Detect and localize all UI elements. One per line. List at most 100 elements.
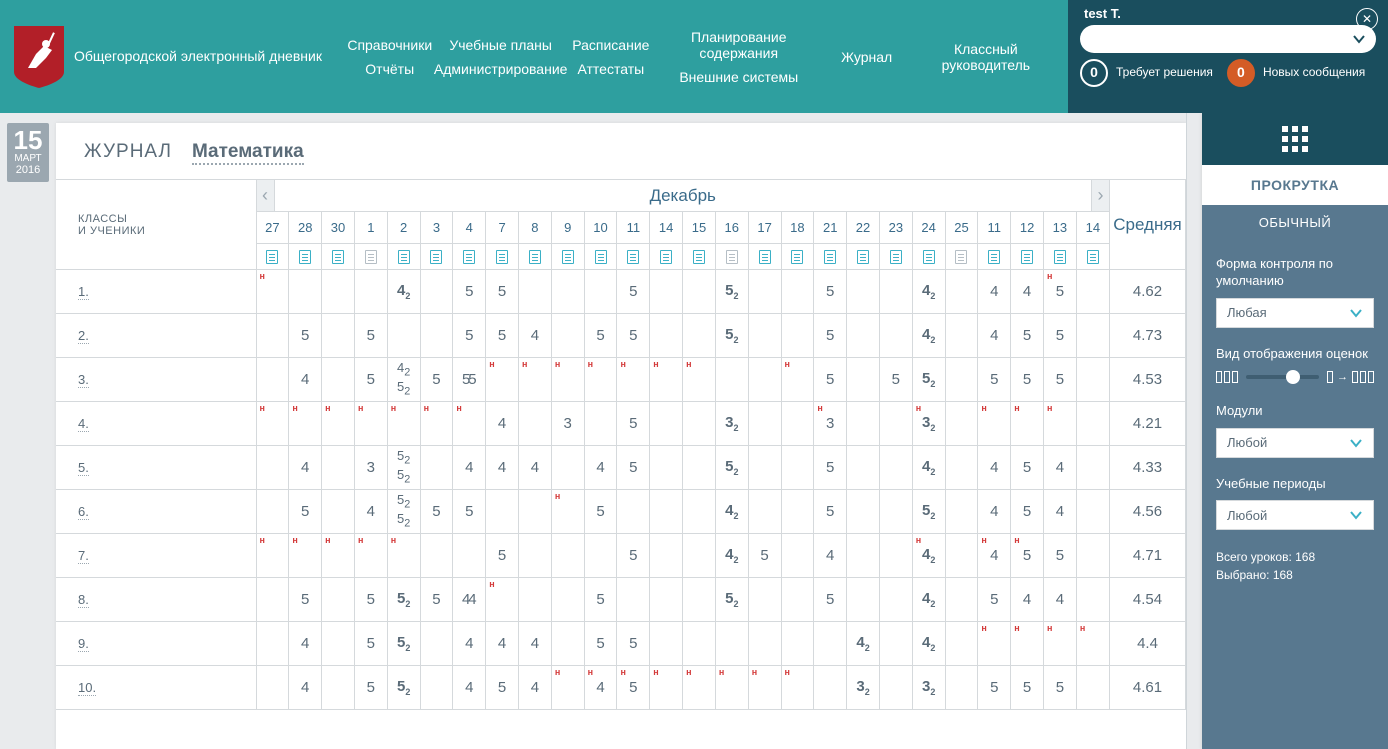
- grade-cell[interactable]: [683, 534, 716, 578]
- grade-cell[interactable]: [781, 578, 814, 622]
- day-header[interactable]: 11: [978, 212, 1011, 244]
- grade-cell[interactable]: н: [1044, 402, 1077, 446]
- day-header[interactable]: 3: [420, 212, 453, 244]
- lesson-icon-header[interactable]: [354, 244, 387, 270]
- grade-cell[interactable]: [617, 490, 650, 534]
- grade-cell[interactable]: 4252: [387, 358, 420, 402]
- scroll-left-button[interactable]: ‹: [257, 180, 275, 211]
- grade-cell[interactable]: [1076, 490, 1109, 534]
- day-header[interactable]: 8: [519, 212, 552, 244]
- grade-cell[interactable]: 42: [847, 622, 880, 666]
- grade-cell[interactable]: 5: [453, 490, 486, 534]
- grade-cell[interactable]: 42: [912, 446, 945, 490]
- grade-cell[interactable]: 52: [715, 578, 748, 622]
- grade-cell[interactable]: н: [650, 358, 683, 402]
- day-header[interactable]: 25: [945, 212, 978, 244]
- grade-cell[interactable]: н: [584, 358, 617, 402]
- nav-col-1[interactable]: СправочникиОтчёты: [344, 0, 436, 113]
- grade-cell[interactable]: [256, 446, 289, 490]
- grade-cell[interactable]: 3: [551, 402, 584, 446]
- grade-cell[interactable]: [519, 534, 552, 578]
- grade-cell[interactable]: 5: [748, 534, 781, 578]
- student-cell[interactable]: 2.: [56, 314, 256, 358]
- grade-cell[interactable]: 5: [289, 314, 322, 358]
- grade-cell[interactable]: [1076, 534, 1109, 578]
- grade-cell[interactable]: 52: [387, 622, 420, 666]
- grade-cell[interactable]: [879, 270, 912, 314]
- grade-cell[interactable]: [420, 534, 453, 578]
- lesson-icon-header[interactable]: [847, 244, 880, 270]
- grade-cell[interactable]: 5: [617, 534, 650, 578]
- grade-cell[interactable]: 5: [486, 666, 519, 710]
- grade-cell[interactable]: н: [519, 358, 552, 402]
- grade-cell[interactable]: н: [289, 402, 322, 446]
- lesson-icon-header[interactable]: [650, 244, 683, 270]
- grade-cell[interactable]: [945, 402, 978, 446]
- grade-cell[interactable]: 52: [715, 446, 748, 490]
- grade-cell[interactable]: н: [387, 534, 420, 578]
- lesson-icon-header[interactable]: [748, 244, 781, 270]
- grade-cell[interactable]: 5: [453, 270, 486, 314]
- nav-col-5[interactable]: Журнал: [822, 0, 912, 113]
- grade-cell[interactable]: [814, 666, 847, 710]
- grade-cell[interactable]: [879, 314, 912, 358]
- grade-cell[interactable]: н: [420, 402, 453, 446]
- grade-cell[interactable]: 5: [1011, 490, 1044, 534]
- grade-cell[interactable]: [781, 446, 814, 490]
- control-form-select[interactable]: Любая: [1216, 298, 1374, 328]
- grade-cell[interactable]: н4: [978, 534, 1011, 578]
- grade-cell[interactable]: [879, 666, 912, 710]
- lesson-icon-header[interactable]: [420, 244, 453, 270]
- grade-cell[interactable]: 42: [912, 578, 945, 622]
- scroll-right-button[interactable]: ›: [1091, 180, 1109, 211]
- grade-cell[interactable]: 5: [978, 666, 1011, 710]
- grade-cell[interactable]: 4: [289, 446, 322, 490]
- grade-cell[interactable]: [519, 578, 552, 622]
- day-header[interactable]: 14: [1076, 212, 1109, 244]
- grade-cell[interactable]: [584, 402, 617, 446]
- grade-cell[interactable]: [715, 622, 748, 666]
- grade-cell[interactable]: 5: [354, 358, 387, 402]
- grade-cell[interactable]: [1076, 270, 1109, 314]
- grade-cell[interactable]: [551, 578, 584, 622]
- grade-cell[interactable]: н: [551, 490, 584, 534]
- grade-cell[interactable]: [683, 490, 716, 534]
- nav-col-4[interactable]: Планирование содержанияВнешние системы: [656, 0, 822, 113]
- grade-cell[interactable]: 4: [486, 446, 519, 490]
- day-header[interactable]: 17: [748, 212, 781, 244]
- grade-cell[interactable]: 5: [354, 622, 387, 666]
- grade-cell[interactable]: [420, 446, 453, 490]
- grade-cell[interactable]: н: [486, 358, 519, 402]
- grade-cell[interactable]: [650, 446, 683, 490]
- grade-cell[interactable]: [256, 314, 289, 358]
- grade-cell[interactable]: 5252: [387, 490, 420, 534]
- grade-cell[interactable]: [879, 622, 912, 666]
- apps-grid-icon[interactable]: [1202, 113, 1388, 165]
- grade-cell[interactable]: [256, 666, 289, 710]
- grade-cell[interactable]: 5: [814, 270, 847, 314]
- grade-cell[interactable]: [781, 314, 814, 358]
- student-cell[interactable]: 6.: [56, 490, 256, 534]
- grade-cell[interactable]: 5: [289, 490, 322, 534]
- grade-cell[interactable]: 3: [354, 446, 387, 490]
- grade-cell[interactable]: [945, 446, 978, 490]
- grade-cell[interactable]: 5: [486, 534, 519, 578]
- grade-cell[interactable]: [387, 314, 420, 358]
- grade-cell[interactable]: [289, 270, 322, 314]
- grade-cell[interactable]: [650, 578, 683, 622]
- grade-cell[interactable]: [1076, 358, 1109, 402]
- grade-cell[interactable]: [256, 490, 289, 534]
- lesson-icon-header[interactable]: [519, 244, 552, 270]
- grade-cell[interactable]: [847, 534, 880, 578]
- grade-cell[interactable]: [322, 358, 355, 402]
- grade-cell[interactable]: [551, 622, 584, 666]
- grade-cell[interactable]: н: [256, 270, 289, 314]
- grade-cell[interactable]: 4: [289, 666, 322, 710]
- grade-cell[interactable]: 5: [978, 358, 1011, 402]
- grade-cell[interactable]: 5: [1044, 314, 1077, 358]
- grade-cell[interactable]: 5: [814, 578, 847, 622]
- grade-cell[interactable]: 5: [814, 314, 847, 358]
- grade-cell[interactable]: [322, 446, 355, 490]
- grade-cell[interactable]: [879, 534, 912, 578]
- nav-col-6[interactable]: Классный руководитель: [912, 0, 1060, 113]
